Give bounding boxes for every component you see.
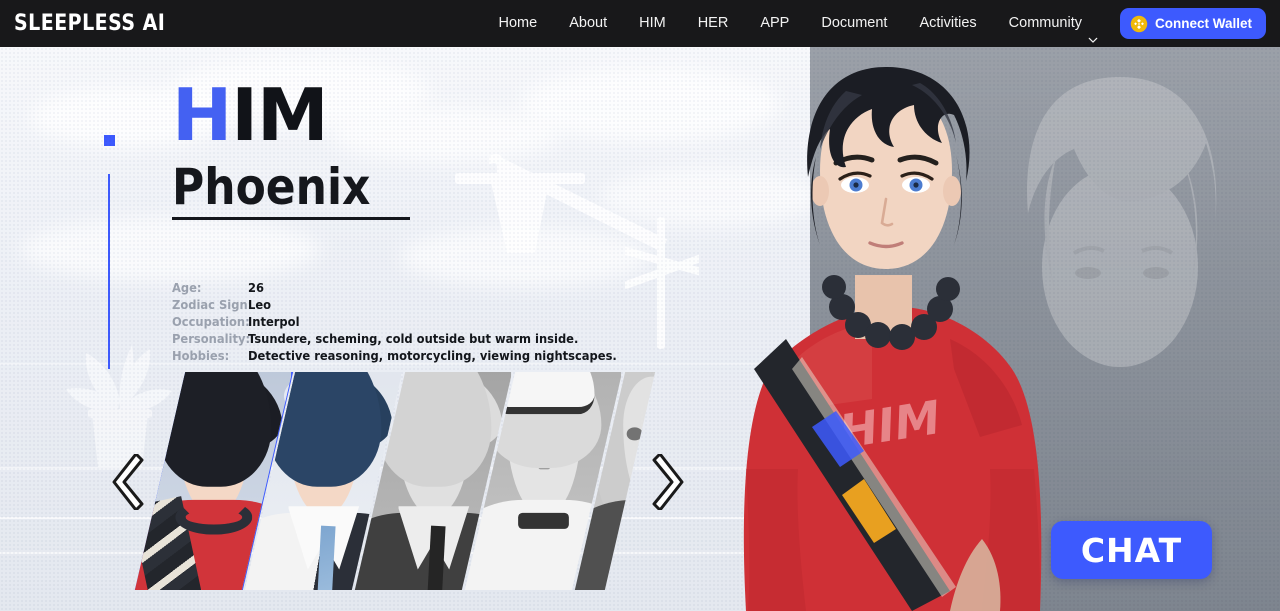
hero-title-block: HIM Phoenix <box>172 79 410 220</box>
chevron-down-icon <box>1088 18 1098 43</box>
character-name: Phoenix <box>172 158 371 216</box>
page-title: HIM <box>172 79 410 151</box>
nav-item-about[interactable]: About <box>553 0 623 47</box>
nav-item-document[interactable]: Document <box>805 0 903 47</box>
cloud-shape <box>20 217 320 282</box>
nav-item-community[interactable]: Community <box>993 0 1112 47</box>
stat-row-zodiac: Zodiac Sign: Leo <box>172 296 649 313</box>
accent-square-decoration <box>104 135 115 146</box>
nav-item-app[interactable]: APP <box>744 0 805 47</box>
character-stats-list: Age: 26 Zodiac Sign: Leo Occupation: Int… <box>172 279 649 364</box>
hero-character-artwork: HIM <box>650 47 1120 611</box>
bnb-token-icon <box>1130 15 1148 33</box>
page-title-rest: IM <box>231 73 328 157</box>
nav-item-community-label: Community <box>1008 15 1082 31</box>
chat-button[interactable]: CHAT <box>1051 521 1212 579</box>
stat-value: Interpol <box>248 314 300 329</box>
chevron-left-icon[interactable] <box>112 452 154 512</box>
stat-row-age: Age: 26 <box>172 279 649 296</box>
stat-label: Occupation: <box>172 314 250 329</box>
connect-wallet-label: Connect Wallet <box>1154 16 1252 31</box>
stat-label: Age: <box>172 280 202 295</box>
stat-value: Tsundere, scheming, cold outside but war… <box>248 331 579 346</box>
site-logo[interactable]: SLEEPLESS AI <box>14 11 165 36</box>
stat-value: Detective reasoning, motorcycling, viewi… <box>248 348 617 363</box>
nav-item-home[interactable]: Home <box>483 0 554 47</box>
hero-stage: HIM HIM Phoenix Age: 26 Zodiac Sign: Leo… <box>0 47 1280 611</box>
nav-item-her[interactable]: HER <box>682 0 745 47</box>
nav-item-him[interactable]: HIM <box>623 0 682 47</box>
chat-button-label: CHAT <box>1080 530 1183 570</box>
main-nav-links: Home About HIM HER APP Document Activiti… <box>483 0 1280 47</box>
page-root: SLEEPLESS AI Home About HIM HER APP Docu… <box>0 0 1280 611</box>
top-navigation-bar: SLEEPLESS AI Home About HIM HER APP Docu… <box>0 0 1280 47</box>
nav-item-activities[interactable]: Activities <box>903 0 992 47</box>
accent-vertical-line-decoration <box>108 174 110 369</box>
stat-row-personality: Personality: Tsundere, scheming, cold ou… <box>172 330 649 347</box>
page-title-accent-letter: H <box>172 73 232 157</box>
stat-row-hobbies: Hobbies: Detective reasoning, motorcycli… <box>172 347 649 364</box>
stat-label: Zodiac Sign: <box>172 297 253 312</box>
stat-value: 26 <box>248 280 265 295</box>
connect-wallet-button[interactable]: Connect Wallet <box>1119 8 1266 39</box>
chevron-right-icon[interactable] <box>642 452 684 512</box>
character-name-underline <box>172 217 410 220</box>
stat-label: Personality: <box>172 331 251 346</box>
character-carousel <box>112 372 684 597</box>
stat-value: Leo <box>248 297 272 312</box>
stat-label: Hobbies: <box>172 348 230 363</box>
stat-row-occupation: Occupation: Interpol <box>172 313 649 330</box>
carousel-card-strip <box>134 372 656 590</box>
